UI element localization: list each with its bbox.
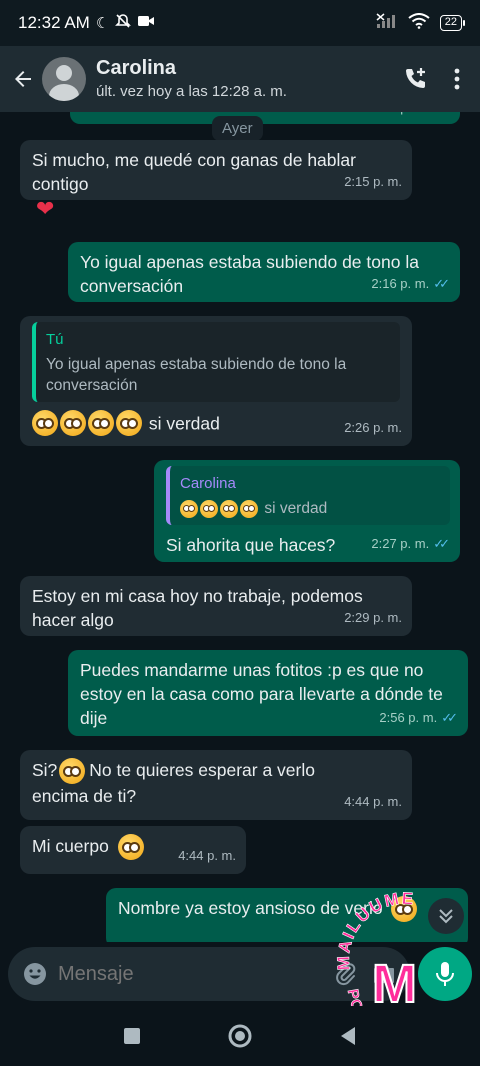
message-time: 4:44 p. m. bbox=[344, 794, 402, 809]
message-text: si verdad bbox=[148, 413, 220, 434]
chat-header: Carolina últ. vez hoy a las 12:28 a. m. bbox=[0, 46, 480, 112]
more-options-button[interactable] bbox=[454, 68, 460, 90]
video-icon bbox=[137, 14, 155, 32]
message-text: Si? bbox=[32, 760, 58, 780]
back-button[interactable] bbox=[8, 64, 38, 94]
add-call-icon bbox=[406, 68, 425, 88]
flushed-face-icon bbox=[180, 499, 198, 518]
message-bubble-incoming[interactable]: Tú Yo igual apenas estaba subiendo de to… bbox=[20, 316, 412, 446]
signal-icon bbox=[376, 12, 398, 34]
message-time: 2:13 p. m. bbox=[371, 112, 429, 120]
read-ticks-icon: ✓✓ bbox=[441, 710, 458, 725]
message-text: Mi cuerpo bbox=[32, 836, 109, 856]
quoted-message[interactable]: Carolina si verdad bbox=[166, 466, 450, 525]
flushed-face-icon bbox=[88, 410, 114, 437]
message-input[interactable] bbox=[58, 962, 334, 986]
back-nav-button[interactable] bbox=[339, 1026, 357, 1046]
message-bubble-incoming[interactable]: Si? No te quieres esperar a verlo encima … bbox=[20, 750, 412, 820]
message-composer bbox=[8, 947, 410, 1001]
quote-author: Carolina bbox=[180, 475, 236, 492]
message-bubble-outgoing[interactable]: Puedes mandarme unas fotitos :p es que n… bbox=[68, 650, 468, 736]
flushed-face-icon bbox=[240, 499, 258, 518]
battery-indicator: 22 bbox=[439, 15, 466, 31]
emoji-button[interactable] bbox=[22, 961, 48, 987]
message-time: 2:16 p. m. bbox=[371, 276, 430, 291]
quote-author: Tú bbox=[46, 331, 64, 348]
square-icon bbox=[124, 1028, 140, 1044]
quote-text: si verdad bbox=[264, 500, 328, 517]
triangle-back-icon bbox=[341, 1027, 355, 1045]
message-bubble-incoming[interactable]: Estoy en mi casa hoy no trabaje, podemos… bbox=[20, 576, 412, 636]
quoted-message[interactable]: Tú Yo igual apenas estaba subiendo de to… bbox=[32, 322, 400, 402]
emoji-icon bbox=[24, 963, 46, 985]
wifi-icon bbox=[408, 12, 430, 34]
camera-icon bbox=[374, 965, 394, 983]
read-ticks-icon: ✓✓ bbox=[433, 276, 450, 291]
message-input-bar bbox=[0, 942, 480, 1006]
message-text: Si mucho, me quedé con ganas de hablar c… bbox=[32, 150, 356, 194]
flushed-face-icon bbox=[60, 410, 86, 437]
mic-icon bbox=[436, 962, 454, 986]
mic-button[interactable] bbox=[418, 947, 472, 1001]
system-nav-bar bbox=[0, 1006, 480, 1066]
message-bubble-outgoing[interactable]: Carolina si verdad Si ahorita que haces?… bbox=[154, 460, 460, 562]
attach-button[interactable] bbox=[334, 962, 358, 986]
flushed-face-icon bbox=[117, 834, 144, 861]
message-time: 2:56 p. m. bbox=[379, 710, 438, 725]
back-arrow-icon bbox=[15, 71, 31, 87]
contact-name: Carolina bbox=[96, 57, 177, 79]
heart-icon: ❤ bbox=[36, 196, 55, 221]
message-bubble-outgoing[interactable]: Nombre ya estoy ansioso de verlo bbox=[106, 888, 468, 942]
flushed-face-icon bbox=[116, 410, 142, 437]
contact-info[interactable]: Carolina últ. vez hoy a las 12:28 a. m. bbox=[96, 56, 402, 102]
mute-icon bbox=[115, 13, 132, 33]
read-ticks-icon: ✓✓ bbox=[433, 112, 450, 120]
circle-icon bbox=[228, 1024, 252, 1048]
flushed-face-icon bbox=[220, 499, 238, 518]
read-ticks-icon: ✓✓ bbox=[433, 536, 450, 551]
flushed-face-icon bbox=[59, 758, 86, 785]
chat-area[interactable]: 2:13 p. m. ✓✓ Ayer Si mucho, me quedé co… bbox=[0, 112, 480, 942]
scroll-to-bottom-button[interactable] bbox=[428, 898, 464, 934]
message-time: 2:27 p. m. bbox=[371, 536, 430, 551]
flushed-face-icon bbox=[391, 896, 418, 923]
message-time: 4:44 p. m. bbox=[178, 848, 236, 863]
flushed-face-icon bbox=[32, 410, 58, 437]
status-time: 12:32 AM bbox=[18, 13, 90, 32]
status-bar: 12:32 AM ☾ 22 bbox=[0, 0, 480, 46]
last-seen: últ. vez hoy a las 12:28 a. m. bbox=[96, 83, 287, 100]
date-divider: Ayer bbox=[212, 116, 263, 141]
camera-button[interactable] bbox=[372, 963, 396, 985]
moon-icon: ☾ bbox=[95, 15, 110, 32]
home-button[interactable] bbox=[227, 1023, 253, 1049]
quote-text: Yo igual apenas estaba subiendo de tono … bbox=[46, 356, 347, 394]
message-bubble-outgoing[interactable]: Yo igual apenas estaba subiendo de tono … bbox=[68, 242, 460, 302]
more-vert-icon bbox=[454, 68, 460, 90]
reaction-heart: ❤ bbox=[36, 196, 54, 222]
paperclip-icon bbox=[336, 963, 356, 986]
message-bubble-incoming[interactable]: Si mucho, me quedé con ganas de hablar c… bbox=[20, 140, 412, 200]
message-bubble-partial[interactable]: 2:13 p. m. ✓✓ bbox=[70, 112, 460, 124]
double-chevron-down-icon bbox=[439, 909, 453, 924]
message-time: 2:15 p. m. bbox=[344, 174, 402, 189]
message-bubble-incoming[interactable]: Mi cuerpo 4:44 p. m. bbox=[20, 826, 246, 874]
avatar[interactable] bbox=[42, 57, 86, 101]
message-text: Nombre ya estoy ansioso de verlo bbox=[118, 898, 383, 918]
recents-button[interactable] bbox=[123, 1027, 141, 1045]
message-time: 2:26 p. m. bbox=[344, 420, 402, 435]
flushed-face-icon bbox=[200, 499, 218, 518]
add-call-button[interactable] bbox=[402, 66, 428, 92]
message-time: 2:29 p. m. bbox=[344, 610, 402, 625]
